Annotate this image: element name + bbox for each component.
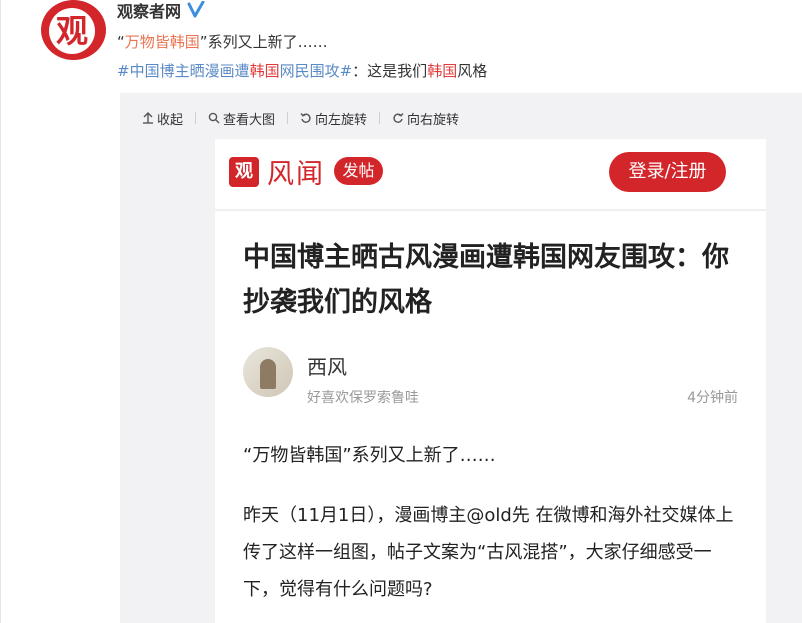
quote-close: ” [199,33,208,51]
collapse-label: 收起 [157,112,184,128]
toolbar-divider [195,112,197,124]
author-row: 观察者网 [117,0,205,22]
writer-avatar [243,347,293,397]
article-lead: “万物皆韩国”系列又上新了…… [243,445,496,466]
view-large-label: 查看大图 [223,112,276,128]
post-text-line-1: “万物皆韩国”系列又上新了…… [117,31,328,52]
writer-name: 西风 [307,355,347,379]
rotate-right-button[interactable]: 向右旋转 [392,109,459,128]
view-large-button[interactable]: 查看大图 [208,109,275,128]
post-pill-button: 发帖 [334,157,383,185]
login-register-button: 登录/注册 [609,152,726,192]
hashtag-part-a: #中国博主晒漫画遭 [117,62,250,80]
highlight-phrase: 万物皆韩国 [124,33,200,51]
writer-bio: 好喜欢保罗索鲁哇 [307,390,419,406]
toolbar-divider [287,112,289,124]
post-text-line-2: #中国博主晒漫画遭韩国网民围攻#：这是我们韩国风格 [117,60,487,81]
post-plain-b: 风格 [457,62,488,80]
collapse-arrow-icon [143,112,153,124]
page-left-border [0,0,1,623]
fengwen-header: 观 风闻 发帖 登录/注册 [215,139,766,211]
hashtag-part-red: 韩国 [249,62,280,80]
rotate-right-icon [393,113,404,123]
post-plain-red: 韩国 [427,62,458,80]
rotate-left-icon [300,113,311,123]
hashtag-topic-link[interactable]: #中国博主晒漫画遭韩国网民围攻# [117,62,352,80]
toolbar-divider [379,112,381,124]
rotate-left-button[interactable]: 向左旋转 [300,109,367,128]
guancha-logo-icon: 观 [229,157,259,187]
rotate-right-label: 向右旋转 [407,112,460,128]
post-time: 4分钟前 [687,390,738,406]
magnifier-icon [208,112,220,124]
post-plain-a: ：这是我们 [352,62,428,80]
post-text-rest: 系列又上新了…… [207,33,328,51]
author-avatar[interactable]: 观 [41,0,106,60]
avatar-figure [260,359,276,389]
article-title: 中国博主晒古风漫画遭韩国网友围攻：你抄袭我们的风格 [243,242,729,318]
hashtag-part-b: 网民围攻# [279,62,353,80]
author-name[interactable]: 观察者网 [117,0,181,22]
collapse-button[interactable]: 收起 [142,109,183,128]
quote-open: “ [117,33,125,51]
article-body: 昨天（11月1日），漫画博主@old先 在微博和海外社交媒体上传了这样一组图，帖… [243,505,734,600]
rotate-left-label: 向左旋转 [315,112,368,128]
verified-v-icon [187,1,205,18]
avatar-logo-glyph: 观 [49,8,95,54]
media-toolbar: 收起 查看大图 向左旋转 向右旋转 [142,108,459,128]
attached-article-image[interactable]: 观 风闻 发帖 登录/注册 中国博主晒古风漫画遭韩国网友围攻：你抄袭我们的风格 … [215,139,766,623]
fengwen-brand: 风闻 [267,159,325,190]
